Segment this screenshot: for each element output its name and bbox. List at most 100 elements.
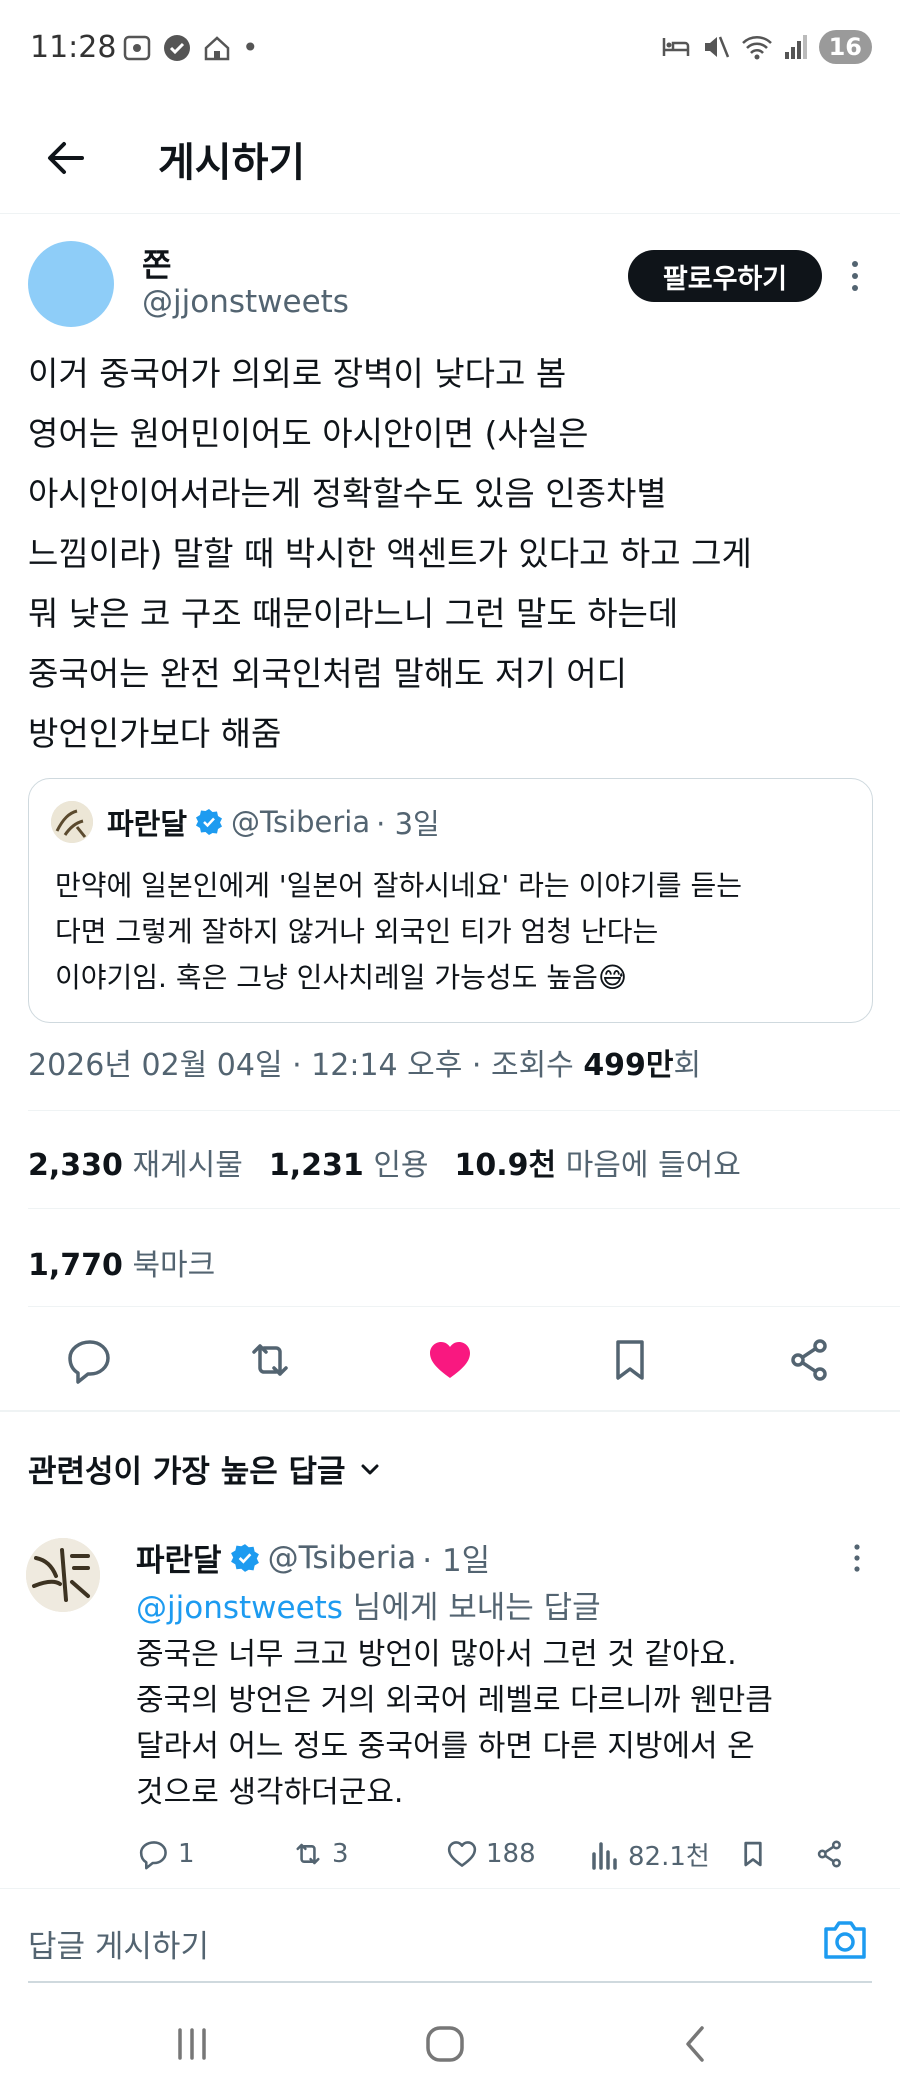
check-circle-icon — [164, 35, 190, 61]
quotes-count: 1,231 — [268, 1148, 364, 1183]
top-bar: 게시하기 — [0, 100, 900, 214]
likes-stat[interactable]: 10.9천 마음에 들어요 — [455, 1140, 741, 1184]
post-text: 이거 중국어가 의외로 장벽이 낮다고 봄 영어는 원어민이어도 아시안이면 (… — [28, 354, 752, 753]
page-title: 게시하기 — [158, 140, 306, 186]
views-chart-icon — [592, 1841, 617, 1870]
quotes-stat[interactable]: 1,231 인용 — [269, 1140, 429, 1184]
replies-sort-dropdown[interactable]: 관련성이 가장 높은 답글 — [28, 1446, 382, 1491]
view-count: 499만 — [583, 1048, 674, 1083]
verified-badge-icon — [230, 1543, 259, 1572]
reply-to-line: @jjonstweets 님에게 보내는 답글 — [136, 1582, 601, 1627]
chevron-down-icon — [361, 1464, 379, 1474]
repost-icon — [296, 1843, 320, 1865]
reply-repost-count: 3 — [332, 1839, 349, 1869]
bookmark-button[interactable] — [602, 1332, 658, 1388]
reply-time: · 1일 — [422, 1543, 491, 1579]
heart-filled-icon — [430, 1342, 470, 1378]
home-circle-icon — [426, 2026, 464, 2062]
reply-view-count: 82.1천 — [628, 1842, 710, 1872]
status-right-icons: 16 — [661, 30, 872, 64]
compose-underline — [28, 1981, 872, 1983]
author-handle[interactable]: @jjonstweets — [142, 284, 349, 320]
reply-author-avatar[interactable] — [26, 1538, 100, 1612]
signal-icon — [784, 35, 807, 59]
reposts-count: 2,330 — [28, 1148, 123, 1183]
share-icon — [817, 1840, 841, 1868]
post-more-button[interactable] — [842, 258, 868, 294]
back-chevron-icon — [686, 2026, 704, 2062]
divider — [28, 1306, 900, 1307]
more-vertical-icon — [852, 261, 858, 291]
bookmarks-stat[interactable]: 1,770 북마크 — [28, 1240, 215, 1284]
status-left-icons: • — [122, 33, 259, 63]
reply-author-handle[interactable]: @Tsiberia — [268, 1540, 417, 1576]
share-icon — [791, 1339, 827, 1381]
quote-time: · 3일 — [376, 807, 440, 841]
recents-icon — [178, 2028, 206, 2060]
quote-author-name: 파란달 — [107, 807, 188, 841]
bookmark-icon — [616, 1340, 644, 1380]
repost-icon — [252, 1344, 288, 1376]
notification-dot-icon: • — [242, 31, 259, 64]
likes-label: 마음에 들어요 — [565, 1148, 741, 1183]
status-time: 11:28 — [30, 30, 117, 65]
repost-button[interactable] — [242, 1332, 298, 1388]
post-action-bar — [0, 1320, 900, 1400]
reposts-label: 재게시물 — [132, 1148, 243, 1183]
section-divider — [0, 1410, 900, 1412]
wifi-icon — [741, 36, 772, 60]
view-count-suffix: 회 — [673, 1048, 702, 1083]
quotes-label: 인용 — [373, 1148, 429, 1183]
mute-icon — [704, 36, 729, 58]
reply-action-bar: 1 3 188 82.1천 — [136, 1836, 876, 1880]
author-name[interactable]: 쫀 — [142, 240, 171, 286]
quote-header: 파란달 @Tsiberia · 3일 — [107, 801, 440, 843]
quote-author-handle: @Tsiberia — [231, 805, 371, 839]
reply-bookmark-button[interactable] — [736, 1836, 770, 1872]
back-arrow-icon — [48, 142, 84, 174]
share-button[interactable] — [782, 1332, 838, 1388]
home-button[interactable] — [424, 2024, 466, 2064]
reposts-stat[interactable]: 2,330 재게시물 — [28, 1140, 243, 1184]
reply-like-button[interactable]: 188 — [444, 1836, 536, 1872]
divider — [28, 1110, 900, 1111]
system-navigation-bar — [0, 1994, 900, 2100]
timestamp-text: 2026년 02월 04일 · 12:14 오후 · 조회수 — [28, 1048, 584, 1083]
screenshot-icon — [123, 35, 151, 61]
camera-button[interactable] — [820, 1917, 870, 1963]
quoted-post-card[interactable]: 파란달 @Tsiberia · 3일 만약에 일본인에게 '일본어 잘하시네요'… — [28, 778, 873, 1023]
like-button[interactable] — [422, 1332, 478, 1388]
reply-author-name[interactable]: 파란달 — [136, 1535, 222, 1580]
bookmarks-label: 북마크 — [132, 1248, 216, 1283]
follow-button[interactable]: 팔로우하기 — [628, 250, 822, 302]
reply-text: 중국은 너무 크고 방언이 많아서 그런 것 같아요. 중국의 방언은 거의 외… — [136, 1637, 773, 1810]
reply-compose-input[interactable]: 답글 게시하기 — [28, 1921, 209, 1966]
battery-indicator: 16 — [818, 30, 872, 64]
heart-icon — [447, 1841, 477, 1867]
status-bar: 11:28 • 16 — [0, 0, 900, 100]
bed-icon — [662, 38, 689, 56]
quote-text: 만약에 일본인에게 '일본어 잘하시네요' 라는 이야기를 듣는 다면 그렇게 … — [55, 869, 743, 994]
likes-count: 10.9천 — [454, 1148, 557, 1183]
back-button[interactable] — [36, 128, 96, 188]
reply-more-button[interactable] — [846, 1542, 868, 1574]
reply-share-button[interactable] — [812, 1836, 848, 1872]
camera-icon — [824, 1921, 866, 1959]
reply-like-count: 188 — [486, 1839, 536, 1869]
quote-author-avatar — [51, 801, 93, 843]
recents-button[interactable] — [172, 2024, 212, 2064]
author-avatar[interactable] — [28, 241, 114, 327]
reply-repost-button[interactable]: 3 — [290, 1836, 349, 1872]
reply-button[interactable] — [62, 1332, 118, 1388]
calligraphy-avatar-icon — [26, 1538, 100, 1612]
reply-reply-button[interactable]: 1 — [136, 1836, 195, 1872]
post-timestamp: 2026년 02월 04일 · 12:14 오후 · 조회수 499만회 — [28, 1040, 701, 1084]
reply-to-suffix: 님에게 보내는 답글 — [342, 1590, 601, 1626]
reply-reply-count: 1 — [178, 1839, 195, 1869]
reply-views-button[interactable]: 82.1천 — [588, 1836, 710, 1873]
bookmarks-count: 1,770 — [28, 1248, 123, 1283]
more-vertical-icon — [854, 1544, 860, 1572]
reply-to-handle-link[interactable]: @jjonstweets — [136, 1590, 343, 1626]
back-nav-button[interactable] — [680, 2024, 710, 2064]
bookmark-icon — [744, 1841, 762, 1867]
